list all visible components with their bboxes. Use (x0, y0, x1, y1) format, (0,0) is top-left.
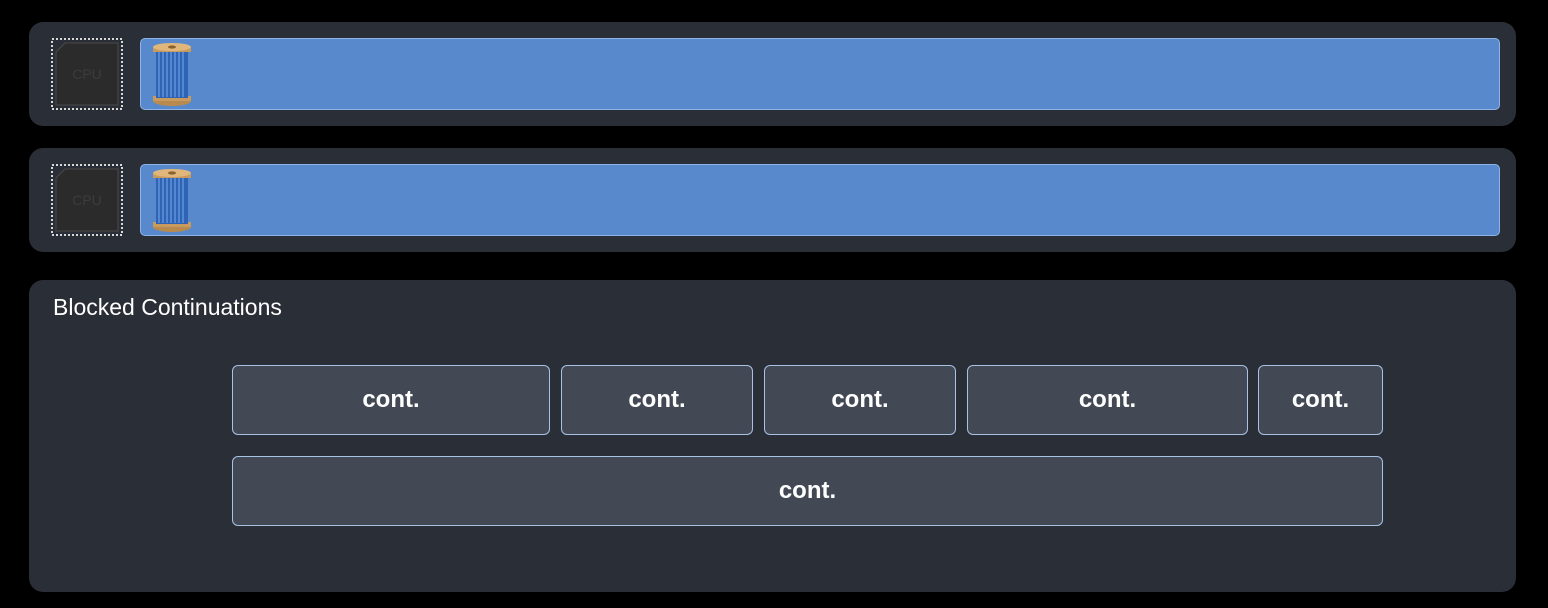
cpu-chip-icon: CPU (51, 164, 123, 236)
cpu-chip-icon: CPU (51, 38, 123, 110)
cpu-chip-label: CPU (72, 66, 102, 82)
cpu-row-1: CPU (29, 22, 1516, 126)
continuation-box: cont. (232, 365, 550, 435)
cpu-row-2: CPU (29, 148, 1516, 252)
thread-spool-icon (151, 169, 193, 233)
thread-bar (140, 38, 1500, 110)
continuation-box: cont. (561, 365, 753, 435)
blocked-continuations-panel: Blocked Continuations cont. cont. cont. … (29, 280, 1516, 592)
thread-bar (140, 164, 1500, 236)
cpu-chip-label: CPU (72, 192, 102, 208)
panel-title: Blocked Continuations (53, 294, 282, 320)
continuation-box: cont. (764, 365, 956, 435)
continuation-box: cont. (232, 456, 1383, 526)
continuation-box: cont. (967, 365, 1248, 435)
thread-spool-icon (151, 43, 193, 107)
continuation-box: cont. (1258, 365, 1383, 435)
